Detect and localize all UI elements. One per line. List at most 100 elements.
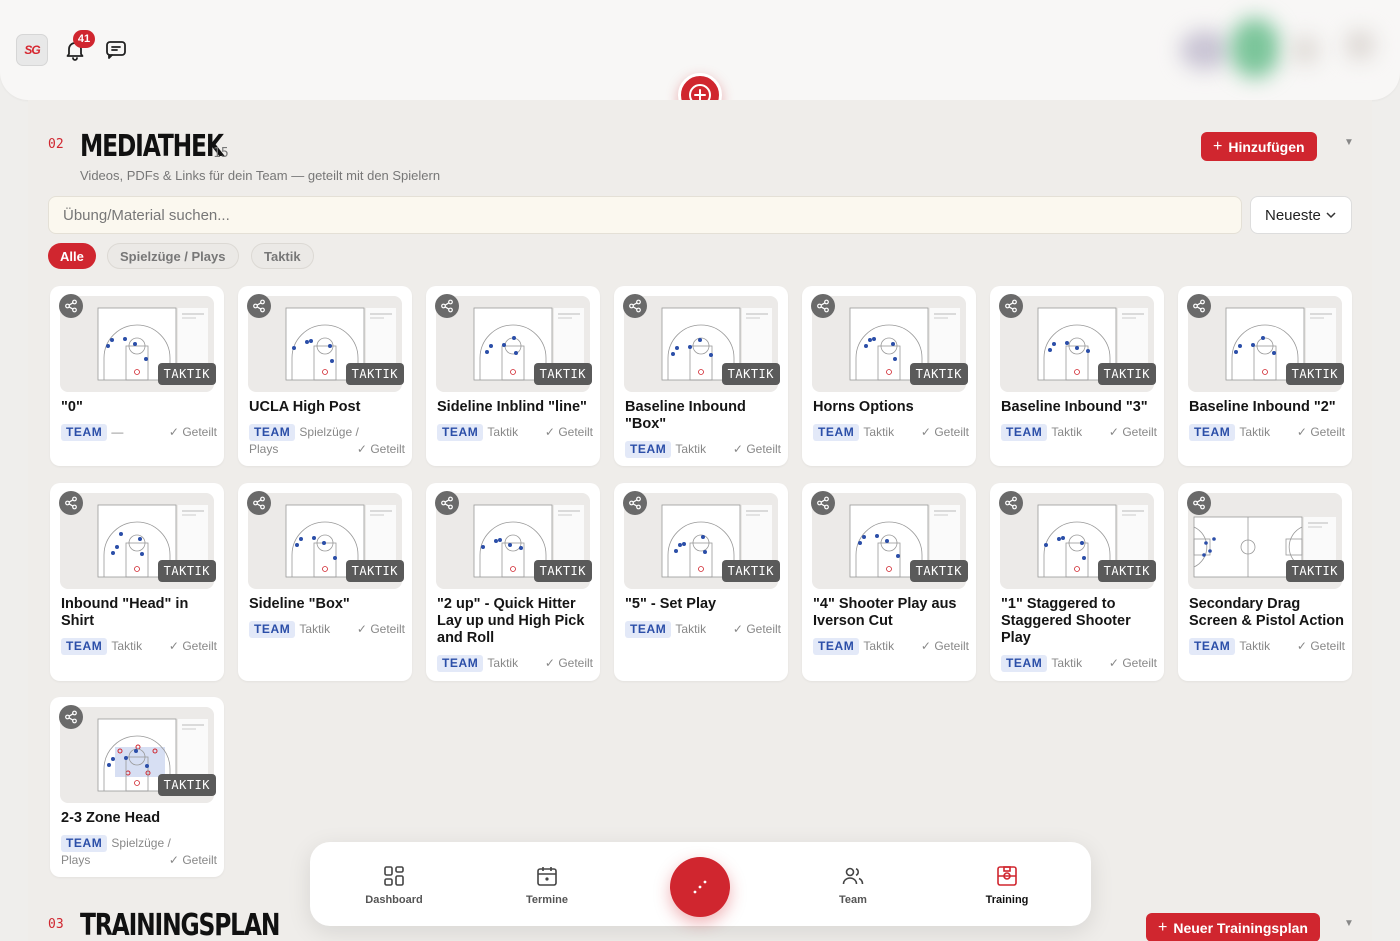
share-icon[interactable] bbox=[623, 294, 647, 318]
shared-status: ✓ Geteilt bbox=[357, 441, 405, 458]
club-logo[interactable]: SG bbox=[16, 34, 48, 66]
share-icon[interactable] bbox=[1187, 491, 1211, 515]
add-media-button[interactable]: + Hinzufügen bbox=[1201, 132, 1317, 161]
media-card[interactable]: TAKTIK Sideline Inblind "line" TEAM Taktik ✓… bbox=[426, 286, 600, 466]
search-input[interactable]: Übung/Material suchen... bbox=[48, 196, 1242, 234]
share-icon[interactable] bbox=[59, 294, 83, 318]
sort-select[interactable]: Neueste bbox=[1250, 196, 1352, 234]
media-card[interactable]: TAKTIK Horns Options TEAM Taktik ✓ Geteilt bbox=[802, 286, 976, 466]
nav-dashboard-label: Dashboard bbox=[365, 894, 423, 906]
share-icon[interactable] bbox=[59, 491, 83, 515]
share-icon[interactable] bbox=[811, 294, 835, 318]
media-type: Taktik bbox=[111, 639, 143, 653]
nav-termine[interactable]: Termine bbox=[497, 864, 597, 906]
card-title: Baseline Inbound "2" bbox=[1189, 399, 1336, 415]
media-type: Taktik bbox=[487, 656, 519, 670]
filter-chip-spielzuege[interactable]: Spielzüge / Plays bbox=[107, 243, 239, 269]
shared-status: ✓ Geteilt bbox=[545, 655, 593, 672]
share-icon[interactable] bbox=[59, 705, 83, 729]
nav-team[interactable]: Team bbox=[803, 864, 903, 906]
media-type: Taktik bbox=[675, 622, 707, 636]
shared-status: ✓ Geteilt bbox=[1109, 655, 1157, 672]
section-title: MEDIATHEK bbox=[80, 129, 224, 164]
share-icon[interactable] bbox=[247, 491, 271, 515]
collapse-chevron-icon[interactable]: ▼ bbox=[1344, 918, 1354, 929]
media-type: Taktik bbox=[1051, 656, 1083, 670]
shared-status: ✓ Geteilt bbox=[733, 441, 781, 458]
media-type: Taktik bbox=[863, 425, 895, 439]
card-meta: TEAM Taktik ✓ Geteilt bbox=[1001, 424, 1157, 441]
media-card[interactable]: TAKTIK "5" - Set Play TEAM Taktik ✓ Geteilt bbox=[614, 483, 788, 681]
chat-icon[interactable] bbox=[104, 38, 128, 62]
nav-team-label: Team bbox=[839, 894, 867, 906]
media-type: Taktik bbox=[1051, 425, 1083, 439]
card-meta: TEAM Taktik ✓ Geteilt bbox=[249, 621, 405, 638]
category-badge: TAKTIK bbox=[721, 363, 780, 385]
media-type: Taktik bbox=[1239, 425, 1271, 439]
media-card[interactable]: TAKTIK "0" TEAM — ✓ Geteilt bbox=[50, 286, 224, 466]
category-badge: TAKTIK bbox=[157, 363, 216, 385]
category-badge: TAKTIK bbox=[157, 774, 216, 796]
card-meta: TEAM Taktik ✓ Geteilt bbox=[61, 638, 217, 655]
filter-chip-alle[interactable]: Alle bbox=[48, 243, 96, 269]
shared-status: ✓ Geteilt bbox=[169, 424, 217, 441]
shared-status: ✓ Geteilt bbox=[1297, 638, 1345, 655]
share-icon[interactable] bbox=[247, 294, 271, 318]
media-card[interactable]: TAKTIK "1" Staggered to Staggered Shooter… bbox=[990, 483, 1164, 681]
top-bar: SG 41 bbox=[0, 0, 1400, 117]
card-title: UCLA High Post bbox=[249, 399, 361, 415]
media-card[interactable]: TAKTIK 2-3 Zone Head TEAM Spielzüge / Plays… bbox=[50, 697, 224, 877]
shared-status: ✓ Geteilt bbox=[545, 424, 593, 441]
nav-dashboard[interactable]: Dashboard bbox=[344, 864, 444, 906]
share-icon[interactable] bbox=[623, 491, 647, 515]
media-card[interactable]: TAKTIK Sideline "Box" TEAM Taktik ✓ Geteilt bbox=[238, 483, 412, 681]
center-action-button[interactable] bbox=[670, 857, 730, 917]
category-badge: TAKTIK bbox=[721, 560, 780, 582]
shared-label: Geteilt bbox=[182, 425, 217, 439]
card-meta: TEAM Spielzüge / Plays ✓ Geteilt bbox=[61, 835, 217, 869]
card-meta: TEAM Taktik ✓ Geteilt bbox=[625, 621, 781, 638]
new-trainingsplan-label: Neuer Trainingsplan bbox=[1173, 919, 1308, 936]
media-card[interactable]: TAKTIK Inbound "Head" in Shirt TEAM Taktik ✓… bbox=[50, 483, 224, 681]
card-title: 2-3 Zone Head bbox=[61, 810, 161, 826]
team-badge: TEAM bbox=[1001, 655, 1048, 672]
shared-status: ✓ Geteilt bbox=[357, 621, 405, 638]
collapse-chevron-icon[interactable]: ▼ bbox=[1344, 137, 1354, 148]
check-icon: ✓ bbox=[1296, 639, 1311, 653]
shared-label: Geteilt bbox=[934, 425, 969, 439]
media-card[interactable]: TAKTIK Secondary Drag Screen & Pistol Act… bbox=[1178, 483, 1352, 681]
notification-badge: 41 bbox=[73, 30, 95, 48]
media-type: Taktik bbox=[487, 425, 519, 439]
media-type: Taktik bbox=[299, 622, 331, 636]
media-card[interactable]: TAKTIK UCLA High Post TEAM Spielzüge / Play… bbox=[238, 286, 412, 466]
share-icon[interactable] bbox=[811, 491, 835, 515]
team-badge: TEAM bbox=[813, 638, 860, 655]
shared-status: ✓ Geteilt bbox=[733, 621, 781, 638]
shared-label: Geteilt bbox=[370, 442, 405, 456]
nav-training[interactable]: Training bbox=[957, 864, 1057, 906]
new-trainingsplan-button[interactable]: + Neuer Trainingsplan bbox=[1146, 913, 1320, 941]
check-icon: ✓ bbox=[168, 425, 183, 439]
media-card[interactable]: TAKTIK Baseline Inbound "Box" TEAM Taktik ✓ … bbox=[614, 286, 788, 466]
filter-chip-taktik[interactable]: Taktik bbox=[251, 243, 314, 269]
shared-status: ✓ Geteilt bbox=[1297, 424, 1345, 441]
card-meta: TEAM Spielzüge / Plays ✓ Geteilt bbox=[249, 424, 405, 458]
shared-label: Geteilt bbox=[1122, 656, 1157, 670]
media-card[interactable]: TAKTIK Baseline Inbound "3" TEAM Taktik ✓ Ge… bbox=[990, 286, 1164, 466]
share-icon[interactable] bbox=[435, 294, 459, 318]
media-card[interactable]: TAKTIK "2 up" - Quick Hitter Lay up und H… bbox=[426, 483, 600, 681]
blurred-profile-area bbox=[1150, 0, 1400, 100]
check-icon: ✓ bbox=[920, 425, 935, 439]
media-card[interactable]: TAKTIK Baseline Inbound "2" TEAM Taktik ✓ Ge… bbox=[1178, 286, 1352, 466]
share-icon[interactable] bbox=[435, 491, 459, 515]
shared-label: Geteilt bbox=[1122, 425, 1157, 439]
share-icon[interactable] bbox=[999, 491, 1023, 515]
media-card[interactable]: TAKTIK "4" Shooter Play aus Iverson Cut TE… bbox=[802, 483, 976, 681]
media-type: Taktik bbox=[675, 442, 707, 456]
share-icon[interactable] bbox=[999, 294, 1023, 318]
check-icon: ✓ bbox=[1108, 425, 1123, 439]
share-icon[interactable] bbox=[1187, 294, 1211, 318]
nav-training-label: Training bbox=[985, 894, 1029, 906]
shared-label: Geteilt bbox=[1310, 639, 1345, 653]
check-icon: ✓ bbox=[168, 639, 183, 653]
